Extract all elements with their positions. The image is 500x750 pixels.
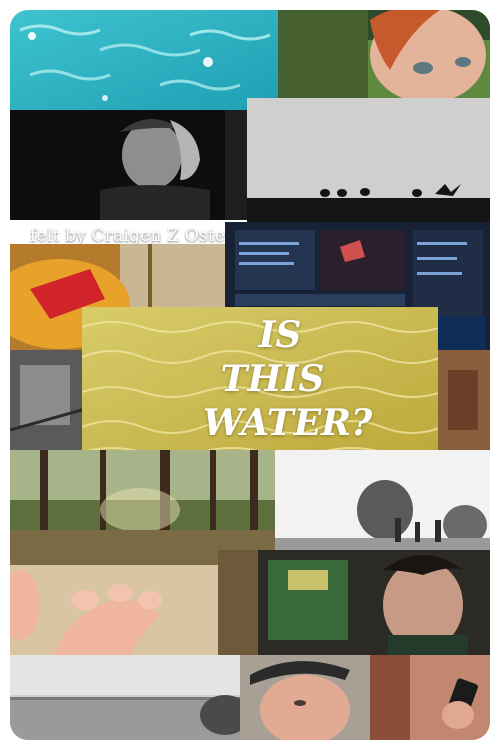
red-haired-person-photo — [278, 10, 490, 98]
sea-horizon-photo — [10, 655, 240, 740]
golden-water-title-photo: IS THIS WATER? — [82, 307, 438, 460]
hand-holding-phone-photo — [370, 655, 490, 740]
title-line-2: THIS — [220, 358, 325, 400]
poster-collage: felt by Craigen Z Oster IS THIS WATER? — [10, 10, 490, 740]
birds-on-wall-photo — [247, 98, 490, 222]
people-under-trees-photo — [275, 450, 490, 550]
man-in-workshop-photo — [218, 550, 490, 655]
turquoise-water-photo — [10, 10, 278, 110]
hand-in-sand-photo — [10, 565, 218, 665]
grey-stone-photo — [10, 350, 82, 450]
man-with-cap-photo — [240, 655, 370, 740]
title-line-1: IS — [258, 314, 302, 356]
sepia-room-photo — [438, 350, 490, 450]
title-line-3: WATER? — [202, 402, 373, 444]
poster-title: IS THIS WATER? — [82, 313, 438, 445]
forest-sunlight-photo — [10, 450, 275, 565]
credit-line: felt by Craigen Z Oster — [30, 226, 234, 246]
